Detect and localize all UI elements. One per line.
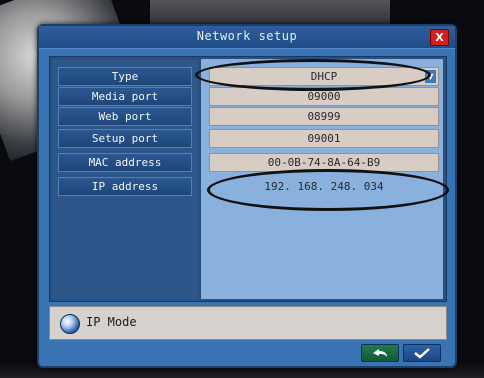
type-label: Type: [58, 67, 192, 86]
chevron-down-icon[interactable]: ▼: [425, 70, 436, 83]
ip-address-label: IP address: [58, 177, 192, 196]
close-button[interactable]: X: [430, 29, 449, 46]
mac-address-label: MAC address: [58, 153, 192, 172]
media-port-field[interactable]: 09000: [209, 87, 439, 106]
web-port-field[interactable]: 08999: [209, 107, 439, 126]
web-port-label: Web port: [58, 107, 192, 126]
type-select-value: DHCP: [310, 70, 338, 83]
dialog-title: Network setup: [196, 29, 298, 43]
dialog-titlebar: Network setup X: [39, 26, 455, 49]
cancel-button[interactable]: [361, 344, 399, 362]
network-setup-dialog: Network setup X Type Media port Web port…: [37, 24, 457, 368]
status-text: IP Mode: [86, 315, 137, 329]
status-bar: IP Mode: [49, 306, 447, 340]
setup-port-label: Setup port: [58, 129, 192, 148]
check-icon: [414, 348, 430, 359]
label-column: Type Media port Web port Setup port MAC …: [52, 59, 198, 299]
settings-panel: Type Media port Web port Setup port MAC …: [49, 56, 449, 302]
info-icon: [60, 314, 80, 334]
value-column: DHCP ▼ 09000 08999 09001 00-0B-74-8A-64-…: [195, 59, 449, 299]
type-select[interactable]: DHCP ▼: [209, 67, 439, 86]
setup-port-field[interactable]: 09001: [209, 129, 439, 148]
ip-address-field[interactable]: 192. 168. 248. 034: [209, 177, 439, 196]
undo-icon: [373, 349, 387, 357]
media-port-label: Media port: [58, 87, 192, 106]
ok-button[interactable]: [403, 344, 441, 362]
mac-address-field: 00-0B-74-8A-64-B9: [209, 153, 439, 172]
